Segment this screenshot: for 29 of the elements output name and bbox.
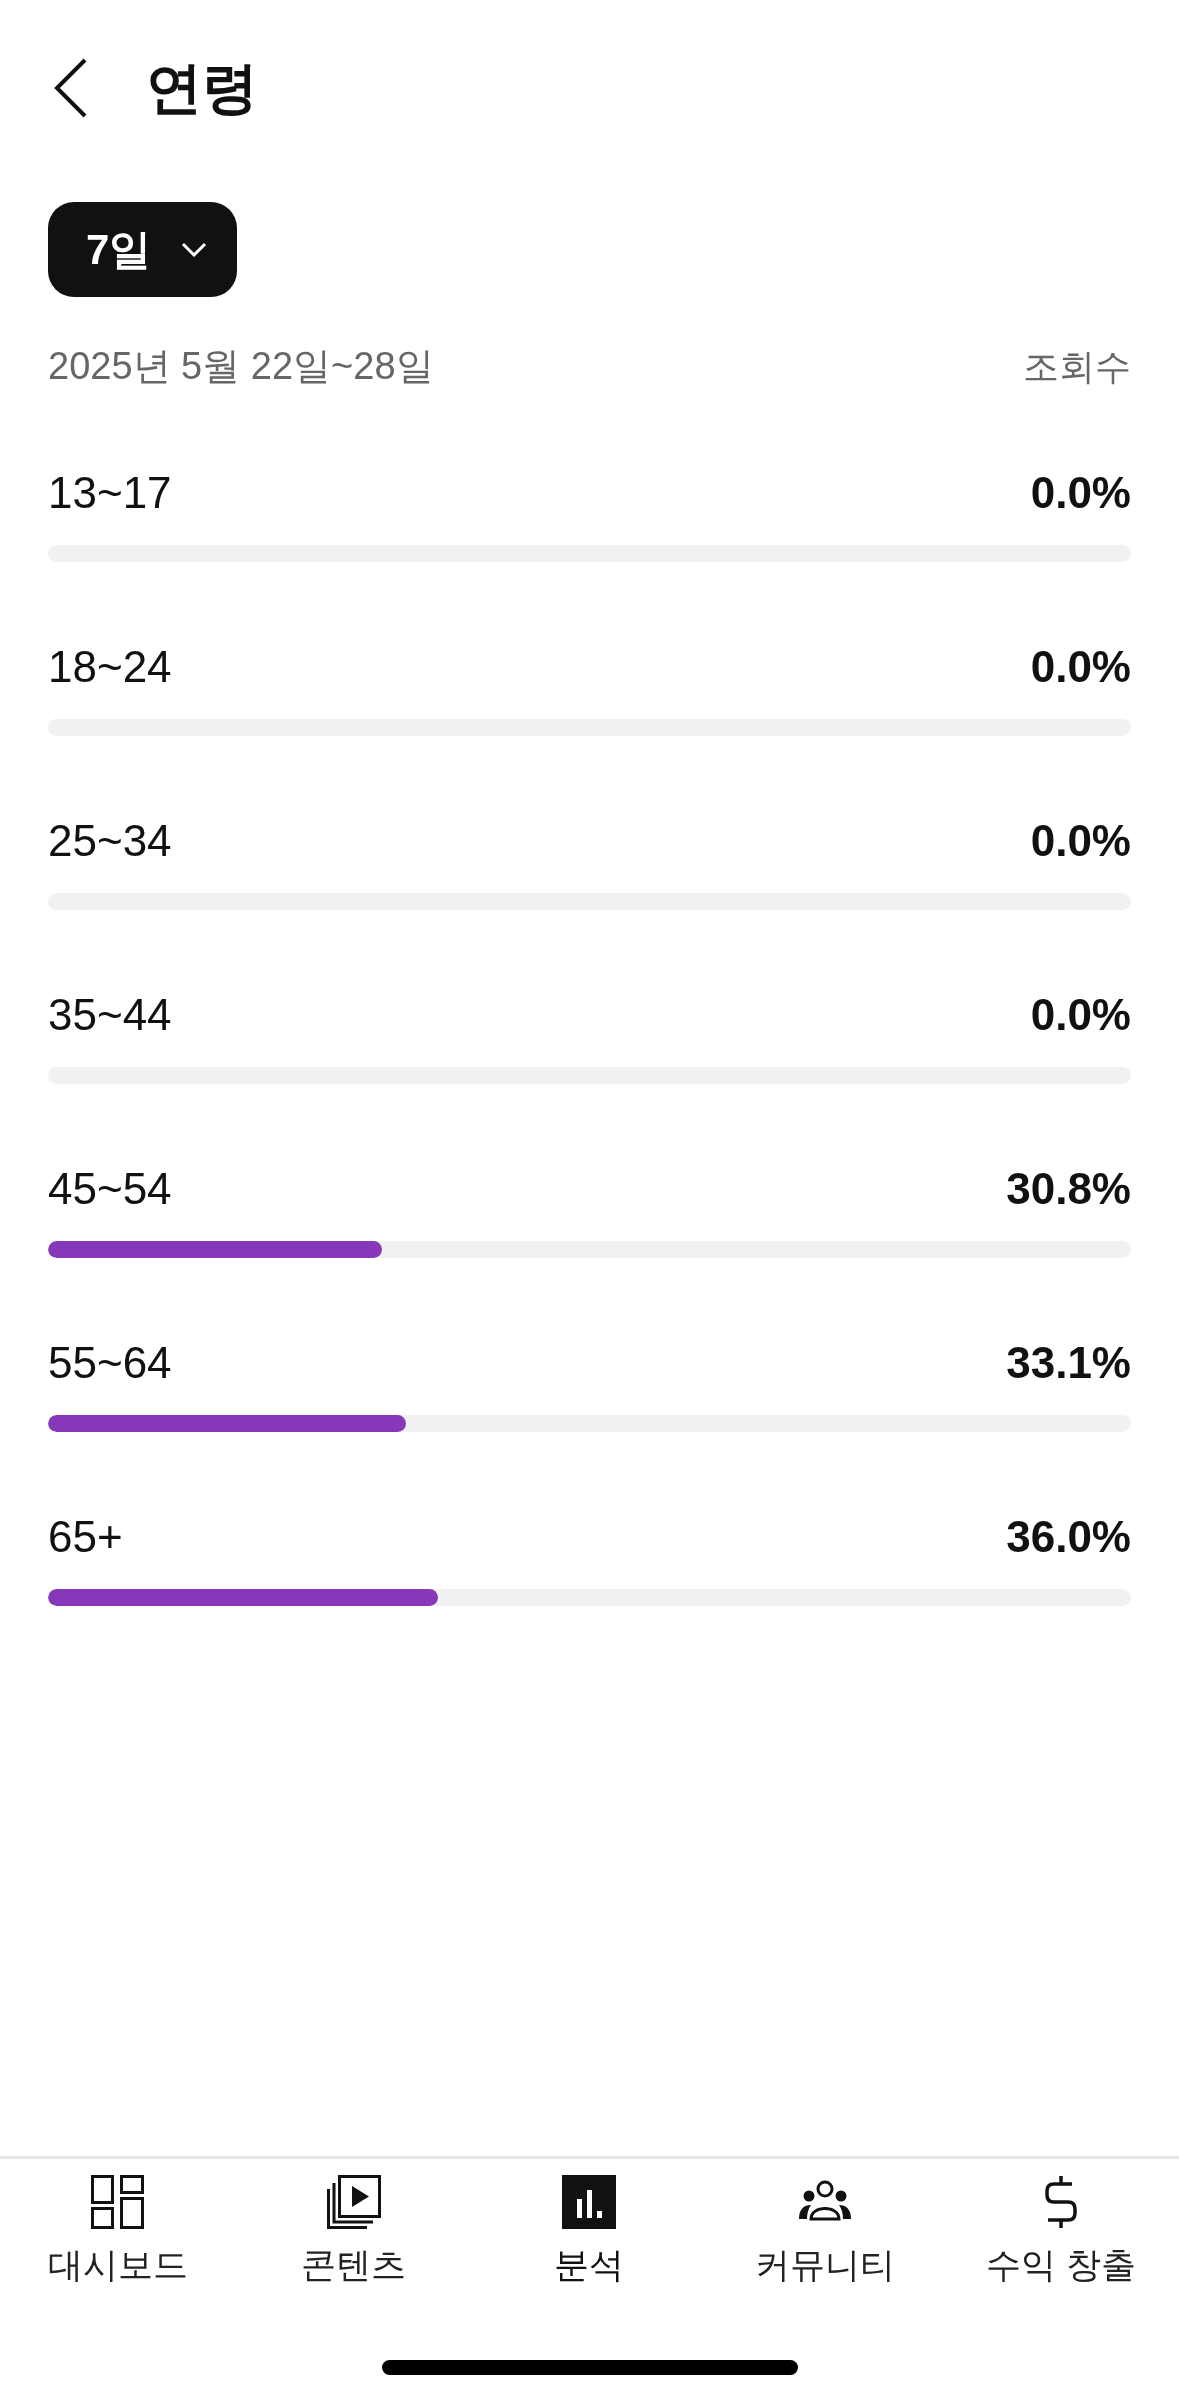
percentage-value: 36.0% xyxy=(1006,1511,1131,1563)
nav-tab[interactable]: 대시보드 xyxy=(47,2175,188,2285)
age-range-label: 25~34 xyxy=(48,815,172,867)
percentage-value: 0.0% xyxy=(1030,815,1131,867)
age-range-label: 13~17 xyxy=(48,467,172,519)
bar-chart-icon xyxy=(562,2175,617,2229)
nav-tab[interactable]: 분석 xyxy=(554,2175,625,2285)
age-range-label: 65+ xyxy=(48,1511,123,1563)
chevron-down-icon xyxy=(181,241,208,258)
age-range-label: 55~64 xyxy=(48,1337,172,1389)
metric-label: 조회수 xyxy=(1023,345,1131,389)
percentage-value: 0.0% xyxy=(1030,989,1131,1041)
age-range-label: 45~54 xyxy=(48,1163,172,1215)
dashboard-icon xyxy=(90,2175,145,2229)
period-dropdown[interactable]: 7일 xyxy=(48,202,237,297)
video-library-icon xyxy=(326,2175,381,2229)
percentage-value: 0.0% xyxy=(1030,467,1131,519)
percentage-value: 0.0% xyxy=(1030,641,1131,693)
nav-tab[interactable]: 콘텐츠 xyxy=(301,2175,407,2285)
nav-tab[interactable]: 수익 창출 xyxy=(986,2175,1136,2285)
age-range-label: 18~24 xyxy=(48,641,172,693)
nav-tab[interactable]: 커뮤니티 xyxy=(755,2175,896,2285)
page-title: 연령 xyxy=(146,60,258,116)
back-icon xyxy=(54,58,88,118)
percentage-value: 33.1% xyxy=(1006,1337,1131,1389)
percentage-value: 30.8% xyxy=(1006,1163,1131,1215)
back-button[interactable] xyxy=(54,58,88,118)
age-range-label: 35~44 xyxy=(48,989,172,1041)
date-range-text: 2025년 5월 22일~28일 xyxy=(48,344,434,389)
